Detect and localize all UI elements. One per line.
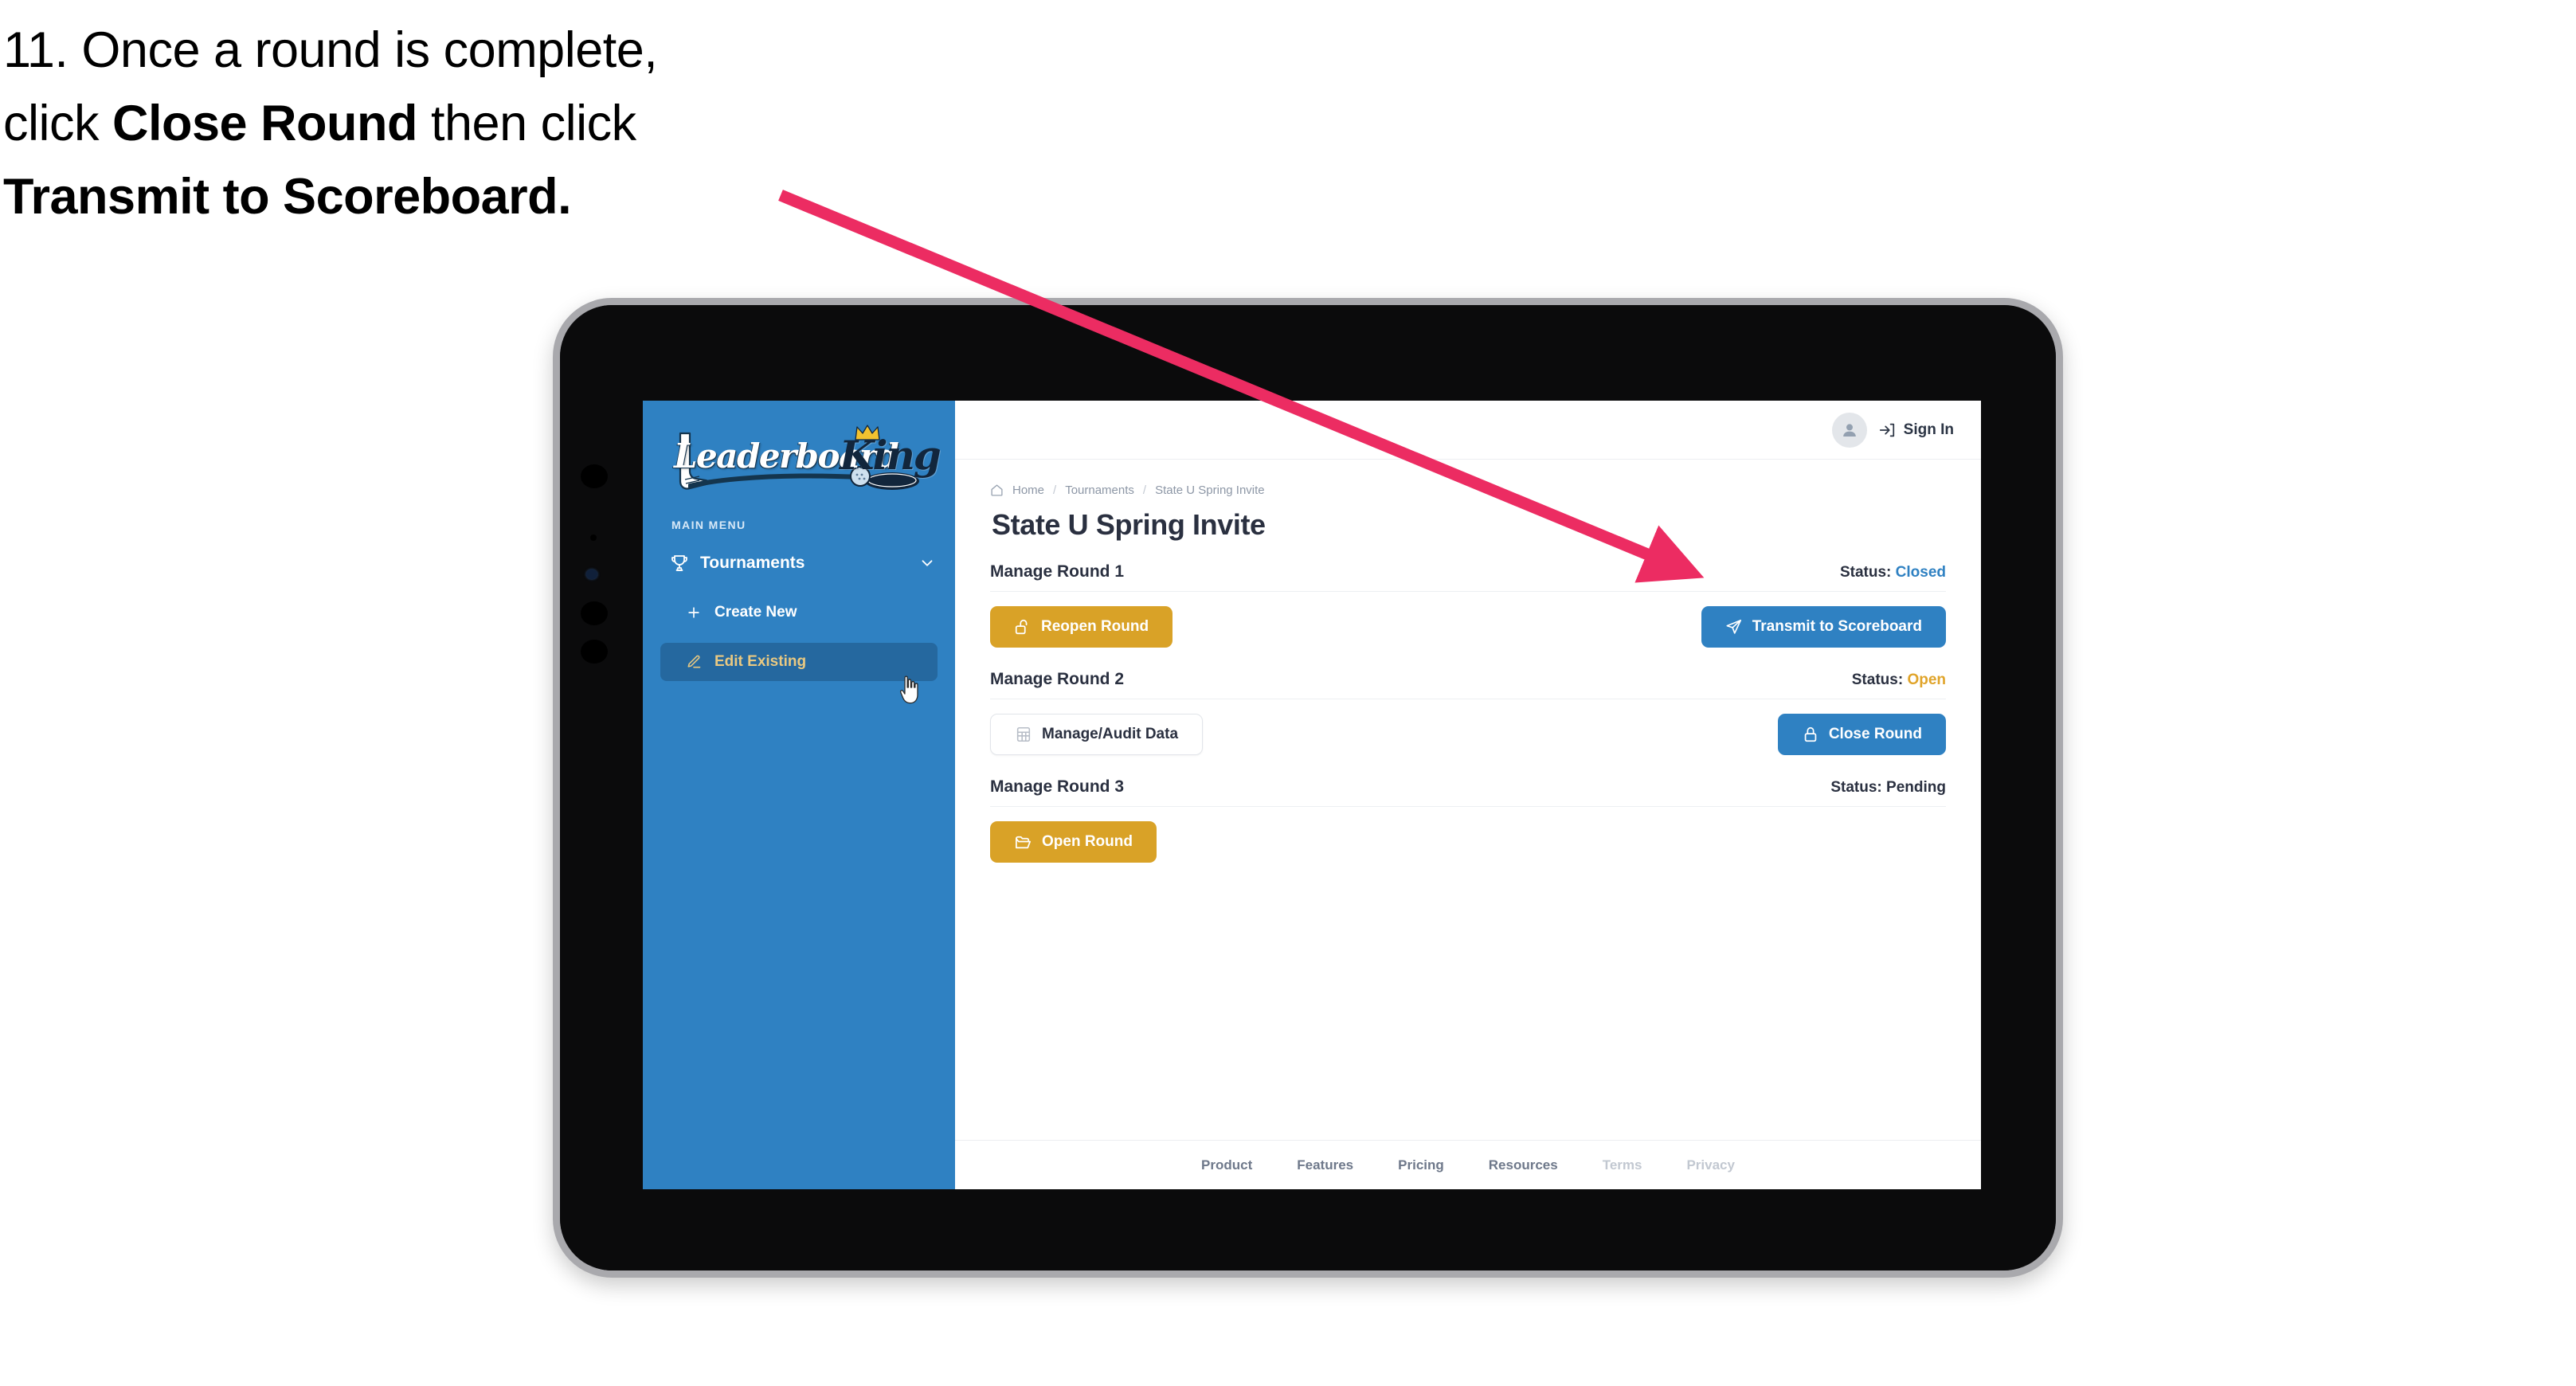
- footer-link-terms[interactable]: Terms: [1603, 1157, 1642, 1173]
- table-grid-icon: [1015, 726, 1032, 743]
- reopen-round-button[interactable]: Reopen Round: [990, 606, 1173, 648]
- footer-link-privacy[interactable]: Privacy: [1686, 1157, 1735, 1173]
- caption-line-1: 11. Once a round is complete,: [3, 14, 895, 88]
- user-avatar-icon[interactable]: [1831, 412, 1867, 448]
- breadcrumb-item-tournaments[interactable]: Tournaments: [1065, 484, 1134, 497]
- round-2-status: Status: Open: [1852, 671, 1946, 689]
- caption-line-1-text: 11. Once a round is complete,: [3, 22, 658, 78]
- round-3-name: Manage Round 3: [990, 777, 1125, 796]
- chevron-down-icon[interactable]: [918, 554, 936, 572]
- instruction-caption: 11. Once a round is complete, click Clos…: [3, 14, 895, 234]
- caption-transmit-bold: Transmit to Scoreboard.: [3, 168, 572, 225]
- round-header: Manage Round 3 Status: Pending: [990, 777, 1946, 807]
- breadcrumb: Home / Tournaments / State U Spring Invi…: [990, 484, 1946, 497]
- page-content: Home / Tournaments / State U Spring Invi…: [955, 460, 1981, 1140]
- round-2-name: Manage Round 2: [990, 670, 1125, 688]
- logo-text-king: King: [840, 432, 942, 479]
- manage-audit-data-button[interactable]: Manage/Audit Data: [990, 714, 1204, 755]
- manage-audit-data-label: Manage/Audit Data: [1042, 726, 1179, 742]
- bezel-button-top: [581, 464, 608, 488]
- round-section-3: Manage Round 3 Status: Pending Open Roun…: [990, 777, 1946, 864]
- bezel-sensor-dot: [590, 534, 597, 541]
- lock-icon: [1802, 726, 1819, 743]
- top-bar: Sign In: [955, 401, 1981, 460]
- page-title: State U Spring Invite: [992, 508, 1266, 541]
- front-camera-icon: [586, 570, 597, 579]
- transmit-to-scoreboard-button[interactable]: Transmit to Scoreboard: [1701, 606, 1946, 648]
- round-2-status-label: Status:: [1851, 671, 1904, 688]
- sidebar-section-label: MAIN MENU: [671, 519, 746, 531]
- unlock-icon: [1014, 618, 1032, 636]
- sidebar-item-edit-existing-label: Edit Existing: [714, 653, 807, 670]
- footer-nav: Product Features Pricing Resources Terms…: [955, 1140, 1981, 1189]
- caption-close-round-bold: Close Round: [112, 95, 418, 151]
- round-1-name: Manage Round 1: [990, 562, 1125, 581]
- round-1-status-label: Status:: [1839, 564, 1892, 581]
- plus-icon: [686, 605, 702, 621]
- breadcrumb-item-home[interactable]: Home: [1012, 484, 1044, 497]
- round-3-status-label: Status:: [1830, 779, 1882, 796]
- open-folder-icon: [1014, 833, 1032, 852]
- hand-pointer-cursor: [899, 675, 918, 704]
- round-header: Manage Round 2 Status: Open: [990, 670, 1946, 699]
- open-round-button[interactable]: Open Round: [990, 821, 1157, 863]
- open-round-label: Open Round: [1042, 833, 1133, 850]
- caption-line-3: Transmit to Scoreboard.: [3, 161, 895, 234]
- round-3-status-value: Pending: [1886, 779, 1946, 796]
- app-logo[interactable]: Leaderboard King: [643, 417, 955, 501]
- home-icon: [990, 484, 1004, 497]
- footer-link-product[interactable]: Product: [1201, 1157, 1252, 1173]
- round-1-status: Status: Closed: [1840, 564, 1946, 581]
- main-content: Sign In Home / Tournaments / State U Spr…: [955, 401, 1981, 1189]
- close-round-label: Close Round: [1828, 726, 1922, 742]
- transmit-to-scoreboard-label: Transmit to Scoreboard: [1752, 618, 1922, 635]
- round-header: Manage Round 1 Status: Closed: [990, 562, 1946, 592]
- sidebar-item-tournaments-label: Tournaments: [700, 554, 805, 572]
- breadcrumb-item-current[interactable]: State U Spring Invite: [1155, 484, 1265, 497]
- trophy-icon: [670, 554, 689, 573]
- round-3-actions: Open Round: [990, 820, 1946, 864]
- sidebar: Leaderboard King MAIN MENU Tournaments C…: [643, 401, 955, 1189]
- breadcrumb-separator: /: [1053, 484, 1057, 497]
- tablet-device-frame: Leaderboard King MAIN MENU Tournaments C…: [553, 298, 2063, 1278]
- bezel-button-bottom: [581, 640, 608, 664]
- sign-in-arrow-icon: [1878, 421, 1896, 439]
- close-round-button[interactable]: Close Round: [1777, 714, 1946, 755]
- tablet-screen: Leaderboard King MAIN MENU Tournaments C…: [643, 401, 1981, 1189]
- footer-link-pricing[interactable]: Pricing: [1398, 1157, 1444, 1173]
- footer-link-features[interactable]: Features: [1297, 1157, 1353, 1173]
- sign-in-button[interactable]: Sign In: [1878, 421, 1954, 439]
- screenshot-canvas: 11. Once a round is complete, click Clos…: [0, 0, 2576, 1386]
- breadcrumb-separator: /: [1142, 484, 1147, 497]
- round-1-status-value: Closed: [1895, 564, 1946, 581]
- round-3-status: Status: Pending: [1830, 779, 1946, 797]
- footer-link-resources[interactable]: Resources: [1489, 1157, 1558, 1173]
- edit-pencil-icon: [686, 654, 702, 670]
- round-section-1: Manage Round 1 Status: Closed Reopen Rou…: [990, 562, 1946, 649]
- round-2-actions: Manage/Audit Data Close Round: [990, 712, 1946, 757]
- sidebar-item-create-new-label: Create New: [714, 604, 797, 621]
- sidebar-item-create-new[interactable]: Create New: [660, 593, 938, 632]
- reopen-round-label: Reopen Round: [1041, 618, 1149, 635]
- bezel-button-middle: [581, 601, 608, 625]
- round-section-2: Manage Round 2 Status: Open Manage/Audit…: [990, 670, 1946, 757]
- paper-plane-icon: [1725, 618, 1743, 636]
- sidebar-item-tournaments[interactable]: Tournaments: [643, 544, 955, 582]
- round-1-actions: Reopen Round Transmit to Scoreboard: [990, 605, 1946, 649]
- round-2-status-value: Open: [1907, 671, 1946, 688]
- caption-line-2: click Close Round then click: [3, 95, 636, 151]
- sign-in-label: Sign In: [1903, 421, 1954, 438]
